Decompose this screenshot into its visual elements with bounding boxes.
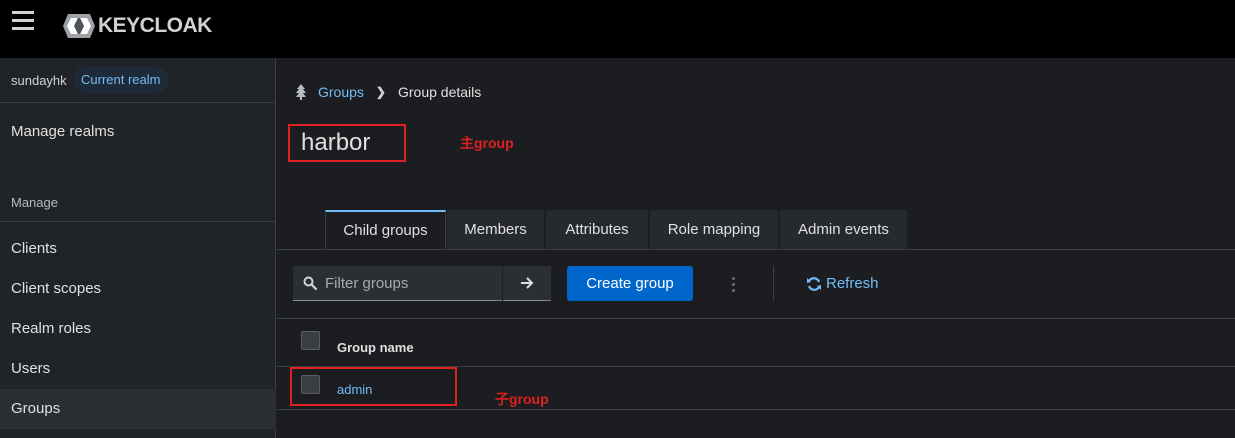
breadcrumb: Groups ❯ Group details — [296, 83, 481, 101]
tab-members[interactable]: Members — [447, 210, 545, 249]
breadcrumb-current: Group details — [397, 84, 482, 100]
toolbar-divider — [773, 266, 774, 301]
search-submit-button[interactable] — [503, 266, 551, 301]
refresh-icon — [807, 276, 821, 291]
nav-manage-realms[interactable]: Manage realms — [11, 123, 114, 140]
toolbar-divider-bottom — [277, 318, 1235, 319]
realm-name: sundayhk — [11, 73, 67, 88]
kebab-menu-icon[interactable] — [727, 272, 739, 296]
tab-attributes[interactable]: Attributes — [546, 210, 649, 249]
sidebar-item-realm-roles[interactable]: Realm roles — [0, 309, 276, 349]
tabs-divider — [277, 249, 1235, 250]
keycloak-logo-icon — [63, 14, 95, 38]
select-all-checkbox[interactable] — [301, 331, 320, 350]
sidebar-item-groups[interactable]: Groups — [0, 389, 276, 429]
tab-admin-events[interactable]: Admin events — [780, 210, 908, 249]
realm-selector[interactable]: sundayhk Current realm — [0, 58, 276, 103]
search-icon — [303, 276, 317, 290]
sidebar-item-users[interactable]: Users — [0, 349, 276, 389]
current-realm-badge: Current realm — [73, 66, 169, 94]
tab-child-groups[interactable]: Child groups — [325, 210, 446, 249]
annotation-parent-group: 主group — [460, 135, 514, 151]
brand-name: KEYCLOAK — [98, 14, 212, 37]
create-group-button[interactable]: Create group — [567, 266, 693, 301]
tree-icon — [296, 84, 306, 100]
annotation-box-title — [288, 124, 406, 162]
search-box — [293, 266, 502, 301]
column-header-group-name[interactable]: Group name — [337, 340, 414, 355]
chevron-right-icon: ❯ — [375, 85, 386, 99]
main-content: Groups ❯ Group details harbor 主group Chi… — [277, 58, 1235, 438]
brand-logo[interactable]: KEYCLOAK — [62, 11, 212, 41]
nav-divider — [0, 221, 276, 222]
hamburger-menu-icon[interactable] — [12, 11, 34, 31]
refresh-button[interactable]: Refresh — [806, 275, 879, 292]
table-row-divider — [277, 409, 1235, 410]
annotation-box-row — [290, 367, 457, 406]
refresh-label: Refresh — [826, 275, 879, 292]
arrow-right-icon — [521, 277, 534, 289]
tab-role-mapping[interactable]: Role mapping — [650, 210, 779, 249]
nav-section-manage: Manage — [11, 195, 58, 210]
sidebar-item-clients[interactable]: Clients — [0, 229, 276, 269]
annotation-child-group: 子group — [495, 391, 549, 407]
sidebar-item-client-scopes[interactable]: Client scopes — [0, 269, 276, 309]
sidebar: sundayhk Current realm Manage realms Man… — [0, 58, 276, 438]
search-input[interactable] — [325, 266, 495, 300]
breadcrumb-groups-link[interactable]: Groups — [318, 84, 364, 100]
masthead: KEYCLOAK — [0, 0, 1235, 58]
